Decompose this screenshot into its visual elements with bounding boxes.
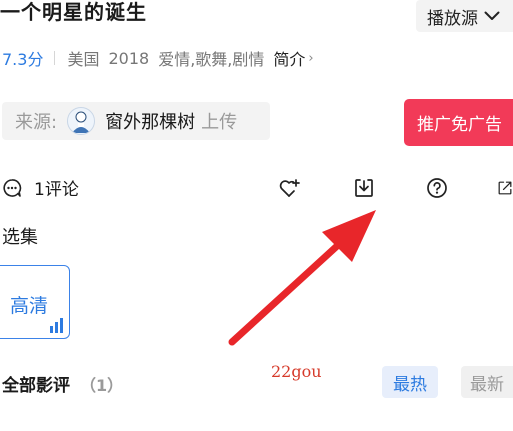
uploader-source[interactable]: 来源: 窗外那棵树 上传 xyxy=(2,102,270,140)
episode-item-hd[interactable]: 高清 xyxy=(0,265,70,339)
episodes-section-title: 选集 xyxy=(2,227,38,248)
signal-bars-icon xyxy=(50,318,63,333)
chevron-down-icon xyxy=(484,11,500,21)
movie-detail-page: 一个明星的诞生 播放源 7.3分 美国 2018 爱情,歌舞,剧情 简介 › 来… xyxy=(0,0,513,431)
avatar xyxy=(67,107,96,135)
reviews-title-text: 全部影评 xyxy=(2,376,70,396)
reviews-count: （1） xyxy=(80,375,124,395)
comment-button[interactable]: 1评论 xyxy=(2,175,79,200)
upload-suffix: 上传 xyxy=(201,112,238,133)
movie-meta-row: 7.3分 美国 2018 爱情,歌舞,剧情 简介 › xyxy=(2,46,314,70)
movie-title: 一个明星的诞生 xyxy=(0,0,147,24)
meta-divider xyxy=(54,51,56,65)
playback-source-label: 播放源 xyxy=(427,8,478,29)
sort-new-button[interactable]: 最新 xyxy=(461,366,513,398)
meta-genres: 爱情,歌舞,剧情 xyxy=(158,50,265,69)
reviews-section-title: 全部影评 （1） xyxy=(2,371,124,397)
promote-ad-free-button[interactable]: 推广免广告 xyxy=(404,99,513,146)
meta-year: 2018 xyxy=(108,48,150,68)
intro-link[interactable]: 简介 xyxy=(273,46,305,70)
help-icon[interactable] xyxy=(424,175,450,201)
sort-hot-button[interactable]: 最热 xyxy=(382,366,438,398)
episode-label: 高清 xyxy=(10,295,49,317)
heart-add-icon[interactable] xyxy=(276,175,302,201)
source-label: 来源: xyxy=(15,112,58,133)
uploader-name: 窗外那棵树 xyxy=(105,112,196,133)
comment-icon xyxy=(2,178,22,198)
share-icon[interactable] xyxy=(497,175,513,201)
playback-source-select[interactable]: 播放源 xyxy=(416,0,513,32)
rating-score: 7.3分 xyxy=(2,50,44,69)
watermark-text: 22gou xyxy=(271,362,322,381)
download-icon[interactable] xyxy=(351,175,377,201)
meta-country: 美国 xyxy=(67,50,100,69)
comment-count: 1评论 xyxy=(34,180,79,200)
chevron-right-icon: › xyxy=(308,50,314,66)
